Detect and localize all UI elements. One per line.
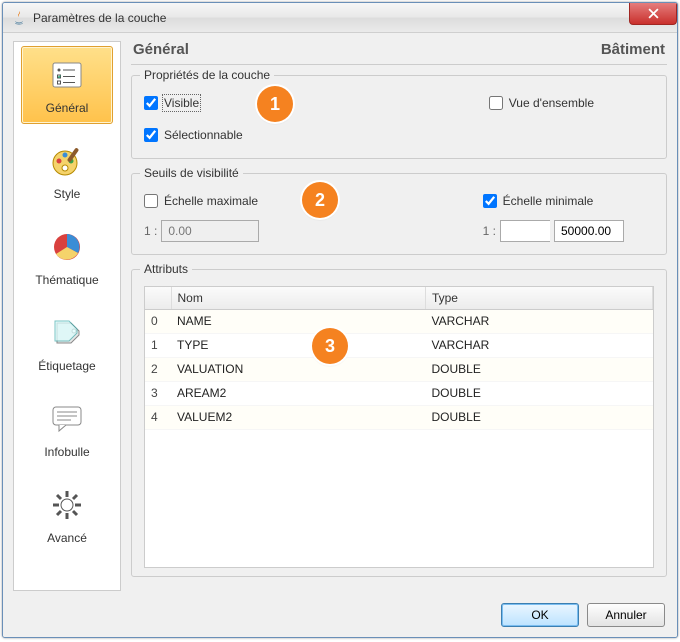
content-header: Général Bâtiment [131,41,667,65]
close-button[interactable] [629,3,677,25]
max-scale-checkbox[interactable] [144,194,158,208]
max-scale-row: 1 : [144,220,259,242]
cell-type: DOUBLE [425,357,652,381]
min-scale-prefix: 1 : [483,224,496,238]
sidebar-item-theme[interactable]: Thématique [21,218,113,296]
cell-type: VARCHAR [425,333,652,357]
theme-icon [43,225,91,269]
content-panel: Général Bâtiment Propriétés de la couche… [131,41,667,591]
section-title: Général [133,41,189,58]
sidebar-item-advanced[interactable]: Avancé [21,476,113,554]
layer-name: Bâtiment [601,41,665,58]
sidebar-item-label: Thématique [35,273,98,287]
dialog-window: Paramètres de la couche Général Style [2,2,678,638]
min-scale-checkbox[interactable] [483,194,497,208]
group-layer-properties: Propriétés de la couche Visible Vue d'en… [131,75,667,159]
badge-1: 1 [257,86,293,122]
window-title: Paramètres de la couche [33,11,166,25]
sidebar-item-label: Style [54,187,81,201]
badge-2: 2 [302,182,338,218]
col-index[interactable] [145,287,171,309]
sidebar-item-label: Général [46,101,89,115]
table-row[interactable]: 1TYPEVARCHAR [145,333,653,357]
cell-name: VALUEM2 [171,405,425,429]
cell-name: VALUATION [171,357,425,381]
ok-button[interactable]: OK [501,603,579,627]
dialog-body: Général Style Thématique [3,33,677,637]
java-icon [11,10,27,26]
selectable-checkbox[interactable] [144,128,158,142]
table-row[interactable]: 4VALUEM2DOUBLE [145,405,653,429]
min-scale-input-left[interactable] [500,220,550,242]
col-name[interactable]: Nom [171,287,425,309]
sidebar-item-label: Infobulle [44,445,89,459]
group-visibility-thresholds: Seuils de visibilité Échelle maximale 1 … [131,173,667,255]
cell-type: VARCHAR [425,309,652,333]
titlebar: Paramètres de la couche [3,3,677,33]
cell-type: DOUBLE [425,381,652,405]
sidebar: Général Style Thématique [13,41,121,591]
sidebar-item-tooltip[interactable]: Infobulle [21,390,113,468]
group-title: Propriétés de la couche [140,68,274,82]
cell-index: 4 [145,405,171,429]
overview-label: Vue d'ensemble [509,96,594,110]
selectable-label: Sélectionnable [164,128,243,142]
max-scale-input [161,220,259,242]
min-scale-input-right[interactable] [554,220,624,242]
max-scale-checkbox-field[interactable]: Échelle maximale [144,194,259,208]
main-area: Général Style Thématique [3,33,677,595]
group-title: Attributs [140,262,192,276]
visible-checkbox[interactable] [144,96,158,110]
close-icon [648,8,659,19]
sidebar-item-label: Avancé [47,531,87,545]
sidebar-item-general[interactable]: Général [21,46,113,124]
min-scale-row: 1 : [483,220,624,242]
table-row[interactable]: 3AREAM2DOUBLE [145,381,653,405]
cell-name: NAME [171,309,425,333]
attributes-table: Nom Type 0NAMEVARCHAR1TYPEVARCHAR2VALUAT… [145,287,653,430]
selectable-checkbox-field[interactable]: Sélectionnable [144,128,243,142]
max-scale-prefix: 1 : [144,224,157,238]
min-scale-checkbox-field[interactable]: Échelle minimale [483,194,624,208]
cell-index: 2 [145,357,171,381]
cancel-button[interactable]: Annuler [587,603,665,627]
col-type[interactable]: Type [425,287,652,309]
attributes-table-wrap[interactable]: Nom Type 0NAMEVARCHAR1TYPEVARCHAR2VALUAT… [144,286,654,568]
min-scale-label: Échelle minimale [503,194,594,208]
sidebar-item-style[interactable]: Style [21,132,113,210]
general-icon [43,53,91,97]
cell-name: AREAM2 [171,381,425,405]
cell-type: DOUBLE [425,405,652,429]
group-title: Seuils de visibilité [140,166,243,180]
cell-name: TYPE [171,333,425,357]
cell-index: 3 [145,381,171,405]
visible-label: Visible [164,96,199,110]
table-row[interactable]: 0NAMEVARCHAR [145,309,653,333]
cell-index: 1 [145,333,171,357]
sidebar-item-label-tab[interactable]: Étiquetage [21,304,113,382]
gear-icon [43,483,91,527]
tooltip-icon [43,397,91,441]
sidebar-item-label: Étiquetage [38,359,95,373]
max-scale-label: Échelle maximale [164,194,258,208]
cell-index: 0 [145,309,171,333]
table-row[interactable]: 2VALUATIONDOUBLE [145,357,653,381]
label-icon [43,311,91,355]
dialog-footer: OK Annuler [3,595,677,637]
visible-checkbox-field[interactable]: Visible [144,96,199,110]
group-attributes: Attributs Nom Type 0NAMEVARCHAR1TYPEVARC… [131,269,667,577]
overview-checkbox-field[interactable]: Vue d'ensemble [489,96,594,110]
style-icon [43,139,91,183]
badge-3: 3 [312,328,348,364]
overview-checkbox[interactable] [489,96,503,110]
